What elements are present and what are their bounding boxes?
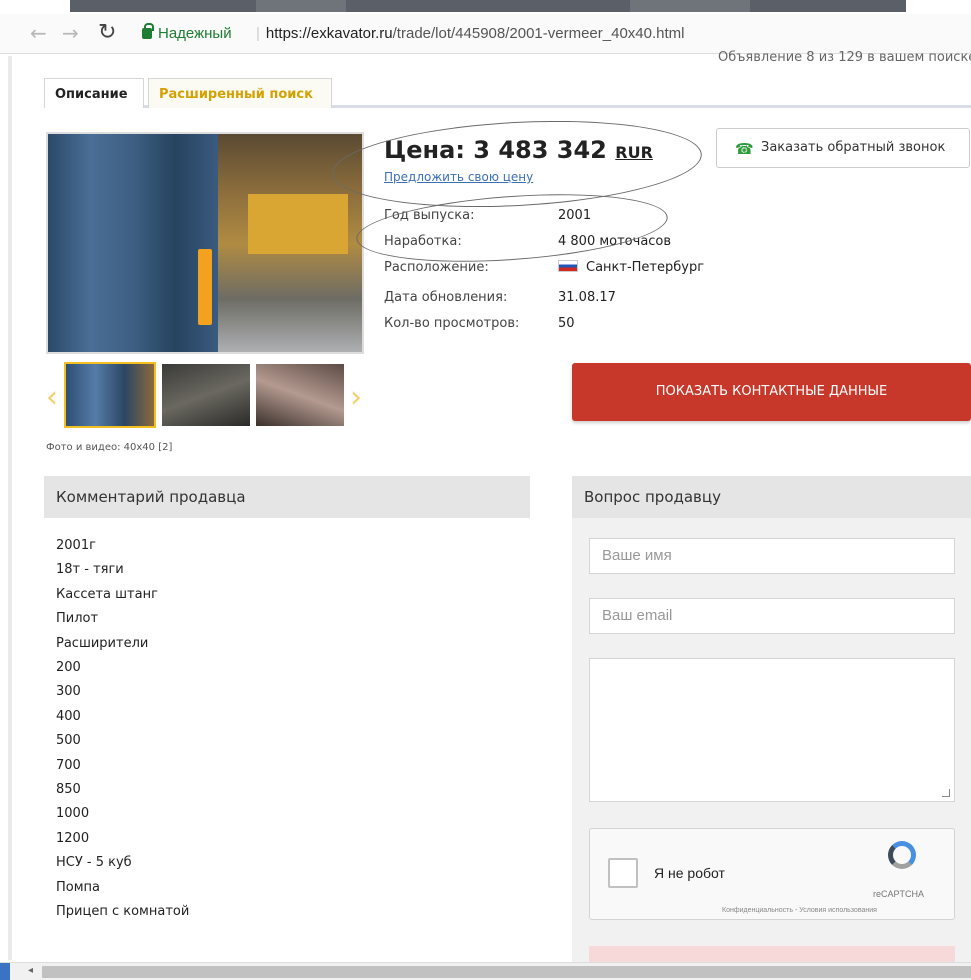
photo-trailer-side <box>48 134 218 352</box>
comment-line: 700 <box>56 757 81 773</box>
comment-line: 500 <box>56 733 81 749</box>
seller-comment-title: Комментарий продавца <box>44 476 530 518</box>
callback-button[interactable]: ☎ Заказать обратный звонок <box>716 128 970 168</box>
lock-icon <box>142 23 154 39</box>
url-separator: | <box>256 25 260 42</box>
spec-value: 31.08.17 <box>558 290 616 305</box>
thumbnail-strip: ‹ › <box>46 362 366 430</box>
comment-line: Кассета штанг <box>56 586 158 602</box>
recaptcha-label: Я не робот <box>654 865 725 881</box>
back-arrow-icon[interactable]: ← <box>30 22 47 44</box>
comment-line: НСУ - 5 куб <box>56 855 132 871</box>
secure-label: Надежный <box>158 25 232 42</box>
comment-line: 850 <box>56 782 81 798</box>
comment-line: 18т - тяги <box>56 562 124 578</box>
comment-line: 2001г <box>56 538 96 553</box>
spec-label: Кол-во просмотров: <box>384 316 520 331</box>
scrollbar-thumb[interactable] <box>42 966 971 978</box>
comment-line: Пилот <box>56 611 99 627</box>
ad-position-counter: Объявление 8 из 129 в вашем поиске <box>718 50 971 65</box>
reload-icon[interactable]: ↻ <box>98 22 116 44</box>
photo-machine <box>248 194 348 254</box>
recaptcha-terms-link[interactable]: Конфиденциальность - Условия использован… <box>722 907 877 914</box>
comment-line: Прицеп с комнатой <box>56 904 190 920</box>
email-input[interactable]: Ваш email <box>589 598 955 634</box>
scroll-left-icon[interactable]: ◂ <box>28 965 33 976</box>
seller-comment-body: 2001г 18т - тяги Кассета штанг Пилот Рас… <box>56 534 189 925</box>
location-text: Санкт-Петербург <box>586 260 705 275</box>
message-textarea[interactable] <box>589 658 955 802</box>
spec-value-location: Санкт-Петербург <box>558 260 704 275</box>
show-contacts-button[interactable]: ПОКАЗАТЬ КОНТАКТНЫЕ ДАННЫЕ <box>572 363 971 421</box>
spec-value: 50 <box>558 316 575 331</box>
spec-label: Расположение: <box>384 260 489 275</box>
tab-description[interactable]: Описание <box>44 78 144 108</box>
recaptcha-checkbox[interactable] <box>608 858 638 888</box>
thumbnail-2[interactable] <box>160 362 252 428</box>
recaptcha-widget: Я не робот reCAPTCHA Конфиденциальность … <box>589 828 955 920</box>
content-tabs: Описание Расширенный поиск <box>44 78 971 108</box>
window-top-strip <box>0 0 971 14</box>
submit-question-button[interactable] <box>589 946 955 962</box>
recaptcha-logo-icon <box>888 841 916 869</box>
comment-line: 200 <box>56 660 81 676</box>
callback-label: Заказать обратный звонок <box>761 140 946 155</box>
chevron-left-icon[interactable]: ‹ <box>46 380 58 415</box>
horizontal-scrollbar[interactable]: ◂ <box>0 962 971 980</box>
tab-strip-segment <box>630 0 750 12</box>
tab-strip <box>70 0 906 12</box>
chevron-right-icon[interactable]: › <box>350 380 362 415</box>
url-field[interactable]: | https://exkavator.ru/trade/lot/445908/2… <box>256 25 685 42</box>
phone-icon: ☎ <box>735 140 754 158</box>
russia-flag-icon <box>558 260 578 272</box>
question-title: Вопрос продавцу <box>572 476 971 518</box>
url-path: /trade/lot/445908/2001-vermeer_40x40.htm… <box>392 25 685 42</box>
secure-indicator[interactable]: Надежный <box>142 23 232 42</box>
thumbnail-3[interactable] <box>254 362 346 428</box>
comment-line: 1200 <box>56 830 90 846</box>
spec-label: Дата обновления: <box>384 290 508 305</box>
forward-arrow-icon[interactable]: → <box>62 22 79 44</box>
main-photo[interactable] <box>46 132 364 354</box>
photo-reflector <box>198 249 212 325</box>
comment-line: Расширители <box>56 635 149 651</box>
url-domain: https://exkavator.ru <box>265 25 393 42</box>
photo-caption: Фото и видео: 40x40 [2] <box>46 442 173 453</box>
address-bar: ← → ↻ Надежный | https://exkavator.ru/tra… <box>0 14 971 54</box>
name-input[interactable]: Ваше имя <box>589 538 955 574</box>
thumbnail-1[interactable] <box>64 362 156 428</box>
tab-extended-search[interactable]: Расширенный поиск <box>148 78 332 108</box>
resize-handle-icon[interactable] <box>942 789 950 797</box>
page-left-edge <box>8 56 12 960</box>
comment-line: 300 <box>56 684 81 700</box>
recaptcha-brand: reCAPTCHA <box>873 889 925 899</box>
comment-line: 1000 <box>56 806 90 822</box>
taskbar-edge <box>0 963 10 980</box>
comment-line: Помпа <box>56 879 101 895</box>
comment-line: 400 <box>56 708 81 724</box>
tab-strip-segment <box>256 0 346 12</box>
